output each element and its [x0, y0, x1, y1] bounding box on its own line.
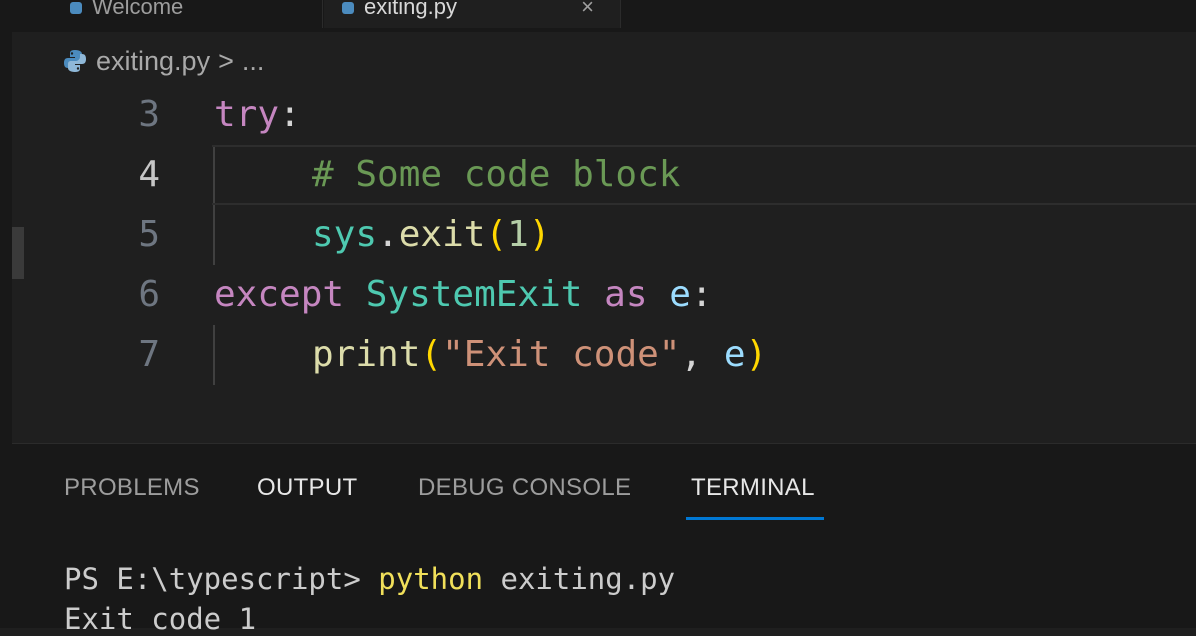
token-variable: e — [723, 334, 746, 375]
line-number: 6 — [138, 274, 160, 315]
tab-exiting-py[interactable]: exiting.py × — [324, 0, 621, 28]
python-icon — [342, 2, 354, 14]
vscode-icon — [70, 2, 82, 14]
token-keyword: except — [214, 274, 345, 315]
code-line-7: 7 print("Exit code", e) — [12, 325, 1196, 385]
token-module: sys — [312, 214, 378, 255]
activity-bar-edge — [0, 0, 12, 628]
tab-welcome[interactable]: Welcome — [52, 0, 323, 28]
terminal-command-line[interactable]: PS E:\typescript> python exiting.py — [64, 562, 675, 596]
token-comment: # Some code block — [312, 154, 681, 195]
code-line-4: 4 # Some code block — [12, 145, 1196, 205]
line-number: 5 — [138, 214, 160, 255]
breadcrumb-file[interactable]: exiting.py — [96, 46, 210, 77]
code-text: # Some code block — [312, 145, 680, 205]
code-editor[interactable]: 3 try: 4 # Some code block 5 sys.exit(1)… — [12, 85, 1196, 443]
terminal-output-line: Exit code 1 — [64, 602, 257, 636]
close-icon[interactable]: × — [581, 0, 594, 20]
code-text: try: — [214, 85, 301, 145]
code-text: print("Exit code", e) — [312, 325, 767, 385]
token-number: 1 — [507, 214, 529, 255]
line-number: 7 — [138, 334, 160, 375]
tab-problems[interactable]: PROBLEMS — [64, 474, 200, 502]
code-line-3: 3 try: — [12, 85, 1196, 145]
terminal-prompt: PS E:\typescript> — [64, 562, 379, 596]
active-tab-indicator — [686, 517, 824, 520]
code-line-6: 6 except SystemExit as e: — [12, 265, 1196, 325]
token-variable: e — [669, 274, 691, 315]
token-keyword: as — [604, 274, 648, 315]
breadcrumb-more[interactable]: ... — [242, 46, 265, 77]
token-punctuation: . — [377, 214, 399, 255]
tab-output[interactable]: OUTPUT — [257, 474, 357, 502]
token-bracket: ( — [420, 334, 443, 375]
code-line-5: 5 sys.exit(1) — [12, 205, 1196, 265]
python-icon — [64, 50, 86, 72]
breadcrumb: exiting.py > ... — [62, 42, 264, 80]
terminal-command: python — [378, 562, 484, 596]
token-punctuation: : — [690, 274, 713, 315]
code-text: sys.exit(1) — [312, 205, 550, 265]
token-punctuation: , — [680, 334, 724, 375]
token-bracket: ( — [485, 214, 508, 255]
token-bracket: ) — [745, 334, 768, 375]
token-keyword: try — [214, 94, 280, 135]
bottom-panel: PROBLEMS OUTPUT DEBUG CONSOLE TERMINAL P… — [12, 444, 1196, 636]
token-class: SystemExit — [365, 274, 583, 315]
code-text: except SystemExit as e: — [214, 265, 713, 325]
tab-label: exiting.py — [364, 0, 457, 19]
terminal-args: exiting.py — [483, 562, 676, 596]
editor-tab-bar: Welcome exiting.py × — [12, 0, 1196, 32]
tab-label: Welcome — [92, 0, 184, 19]
tab-terminal[interactable]: TERMINAL — [691, 474, 815, 502]
line-number: 3 — [138, 94, 160, 135]
tab-debug-console[interactable]: DEBUG CONSOLE — [418, 474, 631, 502]
token-bracket: ) — [528, 214, 551, 255]
token-function: exit — [398, 214, 486, 255]
token-punctuation: : — [279, 94, 301, 135]
line-number: 4 — [138, 154, 160, 195]
token-string: "Exit code" — [442, 334, 681, 375]
token-function: print — [312, 334, 421, 375]
breadcrumb-separator: > — [218, 45, 234, 76]
